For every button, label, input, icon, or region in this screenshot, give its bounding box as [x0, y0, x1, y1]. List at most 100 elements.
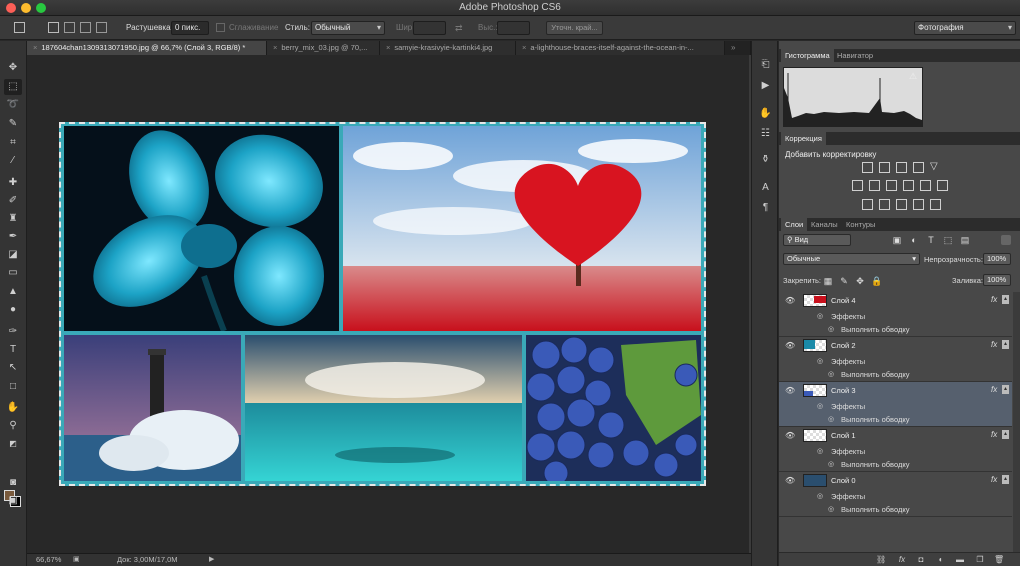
expand-effects-icon[interactable]: ▴	[1002, 430, 1009, 439]
add-selection-icon[interactable]	[64, 22, 75, 33]
antialias-checkbox[interactable]	[216, 23, 225, 32]
layer-name[interactable]: Слой 1	[831, 431, 856, 440]
visibility-eye-icon[interactable]: 👁	[785, 386, 795, 395]
intersect-selection-icon[interactable]	[96, 22, 107, 33]
tab-document-1[interactable]: × 187604chan1309313071950.jpg @ 66,7% (Сл…	[27, 41, 267, 55]
new-adjustment-layer-icon[interactable]: ◐	[936, 555, 946, 565]
paragraph-panel-icon[interactable]: ¶	[758, 201, 773, 215]
hand-tool-icon[interactable]: ✋	[4, 400, 22, 416]
stroke-eye-icon[interactable]: ◎	[828, 325, 834, 333]
pen-tool-icon[interactable]: ✑	[4, 324, 22, 340]
filter-shape-icon[interactable]: ⬚	[943, 235, 953, 245]
tab-adjustments[interactable]: Коррекция	[781, 132, 826, 145]
filter-type-icon[interactable]: T	[926, 235, 936, 245]
stroke-effect-label[interactable]: Выполнить обводку	[841, 460, 909, 469]
layer-row-selected[interactable]: 👁 Слой 3 fx ▴ ◎ Эффекты ◎ Выполнить обво…	[779, 382, 1012, 427]
brush-panel-icon[interactable]: ☷	[758, 127, 773, 141]
photo-filter-icon[interactable]	[903, 180, 914, 191]
tab-paths[interactable]: Контуры	[842, 218, 879, 231]
tab-histogram[interactable]: Гистограмма	[781, 49, 834, 62]
canvas-area[interactable]	[27, 55, 749, 553]
expand-effects-icon[interactable]: ▴	[1002, 385, 1009, 394]
exposure-icon[interactable]	[913, 162, 924, 173]
eyedropper-tool-icon[interactable]: ⁄	[4, 153, 22, 169]
stroke-eye-icon[interactable]: ◎	[828, 460, 834, 468]
add-style-icon[interactable]: fx	[897, 555, 907, 565]
more-tabs-icon[interactable]: »	[725, 41, 751, 55]
layer-row[interactable]: 👁 Слой 0 fx ▴ ◎ Эффекты ◎ Выполнить обво…	[779, 472, 1012, 517]
color-balance-icon[interactable]	[869, 180, 880, 191]
channel-mixer-icon[interactable]	[920, 180, 931, 191]
stroke-effect-label[interactable]: Выполнить обводку	[841, 415, 909, 424]
eraser-tool-icon[interactable]: ◪	[4, 247, 22, 263]
lock-position-icon[interactable]: ✥	[855, 276, 865, 286]
brush-presets-icon[interactable]: ⚱	[758, 153, 773, 167]
move-tool-icon[interactable]: ✥	[4, 60, 22, 76]
stroke-eye-icon[interactable]: ◎	[828, 415, 834, 423]
layer-row[interactable]: 👁 Слой 2 fx ▴ ◎ Эффекты ◎ Выполнить обво…	[779, 337, 1012, 382]
crop-tool-icon[interactable]: ⌗	[4, 135, 22, 151]
layers-scrollbar[interactable]	[1013, 292, 1020, 552]
color-lookup-icon[interactable]	[937, 180, 948, 191]
layer-name[interactable]: Слой 3	[831, 386, 856, 395]
stroke-effect-label[interactable]: Выполнить обводку	[841, 505, 909, 514]
swap-icon[interactable]: ⇄	[455, 21, 463, 35]
refine-edge-button[interactable]: Уточн. край...	[546, 21, 603, 35]
lock-image-icon[interactable]: ✎	[839, 276, 849, 286]
height-input[interactable]	[497, 21, 530, 35]
rectangle-tool-icon[interactable]: □	[4, 379, 22, 395]
quick-selection-tool-icon[interactable]: ✎	[4, 116, 22, 132]
status-menu-icon[interactable]: ▣	[73, 554, 80, 566]
marquee-tool-preset-icon[interactable]	[14, 22, 25, 33]
new-selection-icon[interactable]	[48, 22, 59, 33]
layer-filter-select[interactable]: ⚲ Вид	[783, 234, 851, 246]
warning-icon[interactable]: ⚠	[909, 71, 917, 82]
vibrance-icon[interactable]: ▽	[930, 162, 941, 173]
add-mask-icon[interactable]: ◘	[916, 555, 926, 565]
curves-icon[interactable]	[896, 162, 907, 173]
effects-eye-icon[interactable]: ◎	[817, 402, 823, 410]
stroke-eye-icon[interactable]: ◎	[828, 505, 834, 513]
lasso-tool-icon[interactable]: ➰	[4, 97, 22, 113]
tab-document-2[interactable]: × berry_mix_03.jpg @ 70,...	[267, 41, 380, 55]
effects-eye-icon[interactable]: ◎	[817, 312, 823, 320]
levels-icon[interactable]	[879, 162, 890, 173]
filter-adjustment-icon[interactable]: ◐	[909, 235, 919, 245]
filter-toggle-icon[interactable]	[1001, 235, 1011, 245]
gradient-tool-icon[interactable]: ▭	[4, 265, 22, 281]
filter-pixel-icon[interactable]: ▣	[892, 235, 902, 245]
layer-row[interactable]: 👁 Слой 4 fx ▴ ◎ Эффекты ◎ Выполнить обво…	[779, 292, 1012, 337]
path-selection-tool-icon[interactable]: ↖	[4, 360, 22, 376]
new-layer-icon[interactable]: ❐	[975, 555, 985, 565]
fx-icon[interactable]: fx	[991, 430, 997, 439]
subtract-selection-icon[interactable]	[80, 22, 91, 33]
expand-effects-icon[interactable]: ▴	[1002, 295, 1009, 304]
character-panel-icon[interactable]: A	[758, 181, 773, 195]
new-group-icon[interactable]: ▬	[955, 555, 965, 565]
expand-effects-icon[interactable]: ▴	[1002, 340, 1009, 349]
zoom-level[interactable]: 66,67%	[36, 554, 61, 566]
delete-layer-icon[interactable]: 🗑	[994, 555, 1004, 565]
screen-mode-icon[interactable]: ▣	[4, 493, 22, 509]
stroke-effect-label[interactable]: Выполнить обводку	[841, 370, 909, 379]
close-tab-icon[interactable]: ×	[522, 43, 526, 52]
tool-presets-icon[interactable]: ✋	[758, 107, 773, 121]
brush-tool-icon[interactable]: ✐	[4, 193, 22, 209]
clone-stamp-tool-icon[interactable]: ♜	[4, 211, 22, 227]
threshold-icon[interactable]	[896, 199, 907, 210]
actions-panel-icon[interactable]: ▶	[758, 79, 773, 93]
fx-icon[interactable]: fx	[991, 340, 997, 349]
style-select[interactable]: Обычный	[311, 21, 385, 35]
history-brush-tool-icon[interactable]: ✒	[4, 229, 22, 245]
visibility-eye-icon[interactable]: 👁	[785, 431, 795, 440]
hue-saturation-icon[interactable]	[852, 180, 863, 191]
black-white-icon[interactable]	[886, 180, 897, 191]
marquee-tool-icon[interactable]: ⬚	[4, 79, 22, 95]
layer-name[interactable]: Слой 0	[831, 476, 856, 485]
lock-transparent-icon[interactable]: ▦	[823, 276, 833, 286]
close-tab-icon[interactable]: ×	[273, 43, 277, 52]
healing-brush-tool-icon[interactable]: ✚	[4, 175, 22, 191]
posterize-icon[interactable]	[879, 199, 890, 210]
gradient-map-icon[interactable]	[913, 199, 924, 210]
blur-tool-icon[interactable]: ▲	[4, 284, 22, 300]
